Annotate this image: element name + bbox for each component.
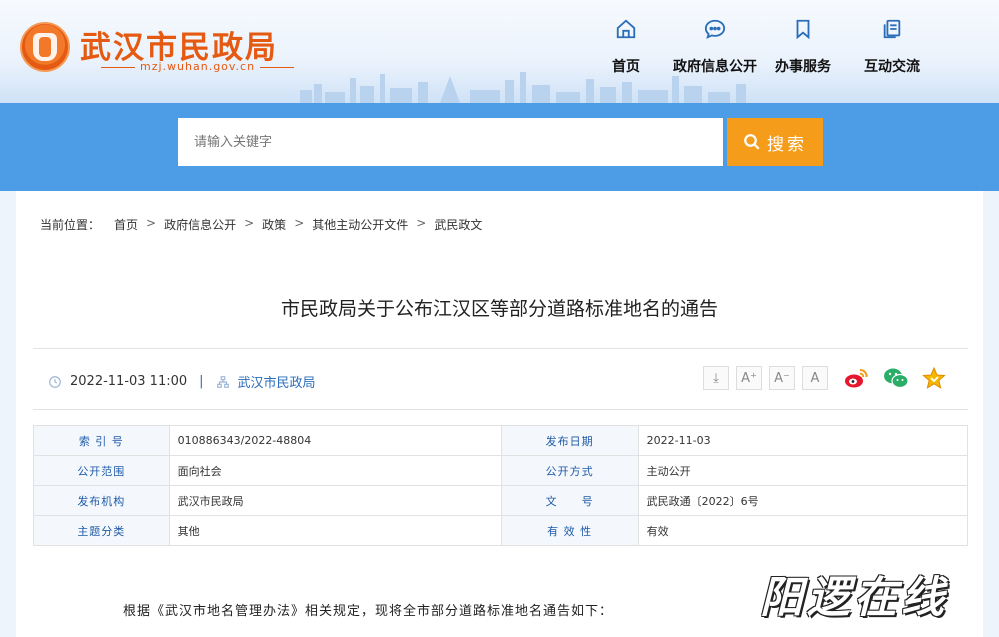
- chat-bubble-icon: [704, 19, 726, 39]
- nav-label: 政府信息公开: [673, 59, 757, 75]
- breadcrumb: 当前位置： 首页 > 政府信息公开 > 政策 > 其他主动公开文件 > 武民政文: [40, 216, 482, 233]
- info-value: 其他: [168, 515, 502, 546]
- font-reset-button[interactable]: A: [802, 366, 828, 390]
- table-row: 主题分类 其他 有 效 性 有效: [33, 515, 969, 546]
- clock-icon: [49, 375, 61, 388]
- info-key: 公开方式: [500, 455, 639, 486]
- table-row: 索 引 号 010886343/2022-48804 发布日期 2022-11-…: [33, 425, 969, 456]
- ministry-emblem-logo[interactable]: [20, 22, 70, 72]
- divider: [33, 348, 968, 349]
- info-value: 2022-11-03: [637, 425, 969, 456]
- wechat-share-icon[interactable]: [883, 366, 909, 390]
- info-value: 主动公开: [637, 455, 969, 486]
- documents-icon: [883, 19, 901, 39]
- search-input[interactable]: [178, 118, 723, 166]
- breadcrumb-government-info[interactable]: 政府信息公开: [164, 216, 236, 233]
- search-button[interactable]: 搜索: [727, 118, 823, 166]
- info-value: 010886343/2022-48804: [168, 425, 502, 456]
- table-row: 发布机构 武汉市民政局 文 号 武民政通〔2022〕6号: [33, 485, 969, 516]
- nav-home[interactable]: 首页: [576, 18, 676, 76]
- weibo-share-icon[interactable]: [843, 366, 869, 390]
- info-value: 武民政通〔2022〕6号: [637, 485, 969, 516]
- home-icon: [616, 19, 636, 39]
- breadcrumb-separator: >: [244, 216, 255, 230]
- search-button-label: 搜索: [767, 134, 807, 155]
- breadcrumb-separator: >: [416, 216, 427, 230]
- download-button[interactable]: ⤓: [703, 366, 729, 390]
- breadcrumb-policy[interactable]: 政策: [262, 216, 286, 233]
- nav-services[interactable]: 办事服务: [753, 18, 853, 76]
- nav-label: 首页: [612, 59, 640, 75]
- meta-divider: |: [199, 374, 204, 389]
- info-value: 武汉市民政局: [168, 485, 502, 516]
- info-key: 公开范围: [33, 455, 170, 486]
- breadcrumb-other-files[interactable]: 其他主动公开文件: [312, 216, 408, 233]
- info-key: 文 号: [500, 485, 639, 516]
- favorite-star-icon[interactable]: [921, 366, 947, 390]
- table-row: 公开范围 面向社会 公开方式 主动公开: [33, 455, 969, 486]
- nav-label: 互动交流: [864, 59, 920, 75]
- breadcrumb-current[interactable]: 武民政文: [434, 216, 482, 233]
- breadcrumb-prefix: 当前位置：: [40, 218, 101, 232]
- breadcrumb-home[interactable]: 首页: [114, 216, 138, 233]
- watermark-text: 阳逻在线: [760, 573, 948, 623]
- article-meta: 2022-11-03 11:00 | 武汉市民政局: [48, 372, 316, 391]
- site-header: 武汉市民政局 mzj.wuhan.gov.cn 首页 政府信息公开 办事服务 互…: [0, 0, 999, 103]
- info-value: 面向社会: [168, 455, 502, 486]
- font-decrease-button[interactable]: A⁻: [769, 366, 795, 390]
- breadcrumb-separator: >: [146, 216, 157, 230]
- article-title: 市民政局关于公布江汉区等部分道路标准地名的通告: [280, 298, 718, 320]
- nav-interaction[interactable]: 互动交流: [842, 18, 942, 76]
- publisher-name[interactable]: 武汉市民政局: [238, 372, 316, 391]
- site-url: mzj.wuhan.gov.cn: [96, 60, 299, 73]
- breadcrumb-separator: >: [294, 216, 305, 230]
- organization-icon: [216, 375, 229, 388]
- divider: [33, 409, 968, 410]
- nav-label: 办事服务: [775, 59, 831, 75]
- article-tools: ⤓ A⁺ A⁻ A: [703, 366, 828, 390]
- info-key: 发布日期: [500, 425, 639, 456]
- publish-datetime: 2022-11-03 11:00: [70, 374, 188, 389]
- search-icon: [744, 134, 760, 150]
- info-key: 有 效 性: [500, 515, 639, 546]
- info-key: 发布机构: [33, 485, 170, 516]
- info-key: 主题分类: [33, 515, 170, 546]
- info-value: 有效: [637, 515, 969, 546]
- article-first-paragraph: 根据《武汉市地名管理办法》相关规定，现将全市部分道路标准地名通告如下：: [123, 604, 614, 619]
- document-info-table: 索 引 号 010886343/2022-48804 发布日期 2022-11-…: [33, 425, 969, 546]
- info-key: 索 引 号: [33, 425, 170, 456]
- font-increase-button[interactable]: A⁺: [736, 366, 762, 390]
- bookmark-icon: [796, 19, 810, 40]
- nav-government-info[interactable]: 政府信息公开: [665, 18, 765, 76]
